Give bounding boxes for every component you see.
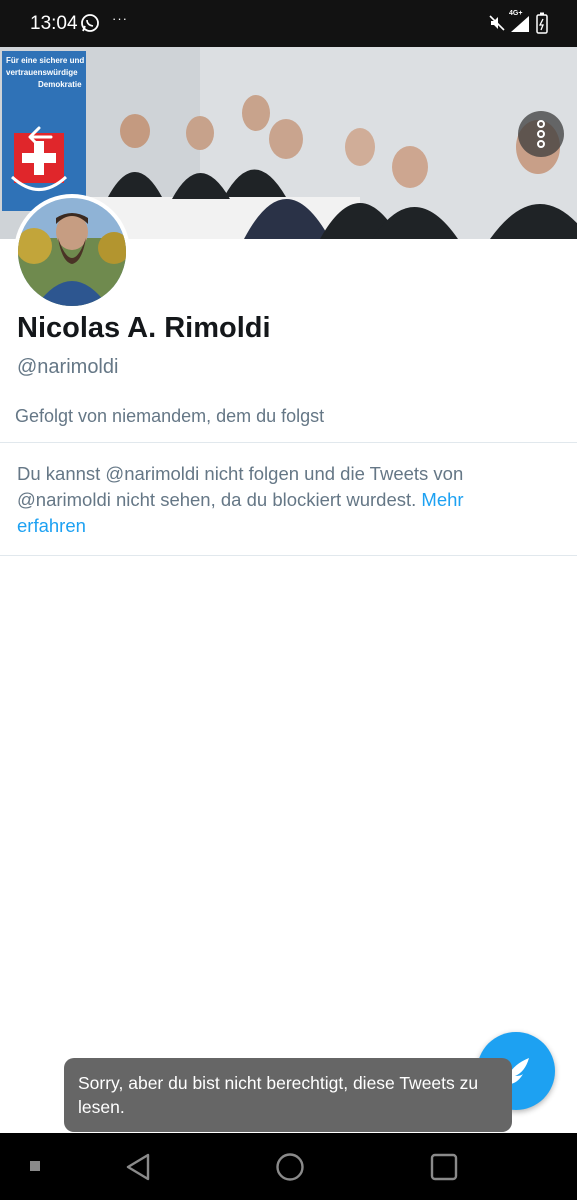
status-time: 13:04 (30, 13, 78, 34)
back-triangle-icon (126, 1153, 150, 1181)
banner-sign-text-2: vertrauenswürdige (6, 68, 78, 77)
system-nav-bar (0, 1133, 577, 1200)
banner-sign-text-3: Demokratie (38, 80, 82, 89)
back-button[interactable] (18, 115, 62, 159)
status-bar: 13:04 ··· 4G+ (0, 0, 577, 47)
overview-square-icon (430, 1153, 458, 1181)
avatar[interactable] (14, 194, 130, 310)
blocked-notice: Du kannst @narimoldi nicht folgen und di… (17, 461, 517, 539)
home-circle-icon (276, 1153, 304, 1181)
nav-overview-button[interactable] (424, 1149, 464, 1185)
battery-icon (536, 12, 548, 34)
nav-home-button[interactable] (270, 1149, 310, 1185)
nav-back-button[interactable] (118, 1149, 158, 1185)
divider (0, 442, 577, 443)
followed-by-text: Gefolgt von niemandem, dem du folgst (15, 406, 325, 426)
signal-icon (511, 16, 529, 32)
display-name: Nicolas A. Rimoldi (17, 312, 271, 344)
more-vertical-icon (537, 120, 545, 148)
avatar-photo (18, 198, 126, 306)
divider (0, 555, 577, 556)
profile-handle: @narimoldi (17, 356, 119, 378)
toast-message: Sorry, aber du bist nicht berechtigt, di… (64, 1058, 512, 1132)
more-options-button[interactable] (518, 111, 564, 157)
notification-dots: ··· (112, 11, 128, 26)
recents-small-button[interactable] (26, 1157, 44, 1175)
square-small-icon (30, 1161, 40, 1171)
back-arrow-icon (28, 126, 53, 148)
whatsapp-icon (81, 14, 99, 32)
mute-icon (489, 15, 505, 31)
banner-sign-text-1: Für eine sichere und (6, 56, 84, 65)
blocked-message: Du kannst @narimoldi nicht folgen und di… (17, 463, 464, 510)
